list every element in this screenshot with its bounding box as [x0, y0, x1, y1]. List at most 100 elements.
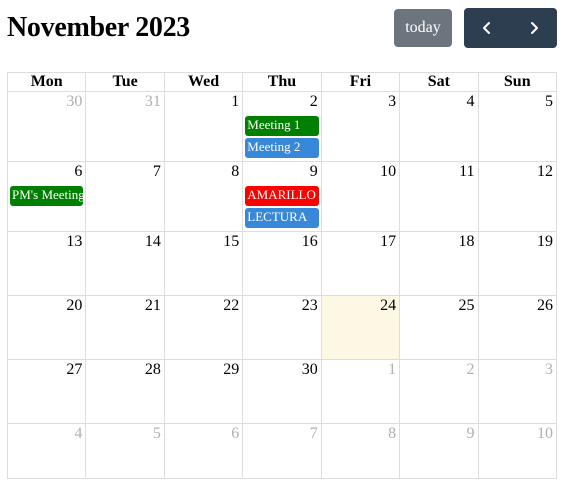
day-cell[interactable]: 27: [8, 360, 87, 423]
day-cell[interactable]: 2: [400, 360, 479, 423]
day-cell[interactable]: 8: [165, 162, 244, 231]
weekday-thu: Thu: [243, 73, 322, 91]
day-number: 2: [466, 361, 475, 378]
day-number: 29: [223, 361, 240, 378]
day-number: 18: [458, 233, 475, 250]
day-number: 5: [544, 93, 553, 110]
day-number: 8: [388, 425, 397, 442]
day-number: 28: [144, 361, 161, 378]
day-cell[interactable]: 15: [165, 232, 244, 295]
day-number: 1: [388, 361, 397, 378]
day-cell[interactable]: 25: [400, 296, 479, 359]
weekday-mon: Mon: [8, 73, 87, 91]
day-number: 21: [144, 297, 161, 314]
week-row: 13 14 15 16 17 18 19: [8, 232, 556, 296]
week-row: 20 21 22 23 24 25 26: [8, 296, 556, 360]
day-cell[interactable]: 10: [322, 162, 401, 231]
day-number: 3: [388, 93, 397, 110]
day-cell[interactable]: 20: [8, 296, 87, 359]
day-number: 15: [223, 233, 240, 250]
day-number: 12: [536, 163, 553, 180]
day-cell[interactable]: 26: [479, 296, 556, 359]
weekday-header: Mon Tue Wed Thu Fri Sat Sun: [8, 73, 556, 92]
day-cell[interactable]: 10: [479, 424, 556, 478]
day-cell[interactable]: 21: [86, 296, 165, 359]
event-meeting-2[interactable]: Meeting 2: [245, 138, 319, 158]
day-number: 5: [152, 425, 161, 442]
day-number: 22: [223, 297, 240, 314]
day-cell[interactable]: 9: [400, 424, 479, 478]
weekday-tue: Tue: [86, 73, 165, 91]
day-number: 30: [301, 361, 318, 378]
day-number: 7: [152, 163, 161, 180]
day-number: 30: [66, 93, 83, 110]
day-cell[interactable]: 16: [243, 232, 322, 295]
day-cell[interactable]: 9 AMARILLO LECTURA: [243, 162, 322, 231]
day-cell[interactable]: 5: [479, 92, 556, 161]
day-cell[interactable]: 30: [243, 360, 322, 423]
prev-month-button[interactable]: [464, 8, 511, 48]
event-lectura[interactable]: LECTURA: [245, 208, 319, 228]
day-cell[interactable]: 14: [86, 232, 165, 295]
day-cell[interactable]: 4: [400, 92, 479, 161]
day-cell[interactable]: 22: [165, 296, 244, 359]
day-cell[interactable]: 8: [322, 424, 401, 478]
day-number: 16: [301, 233, 318, 250]
day-cell[interactable]: 23: [243, 296, 322, 359]
day-number: 7: [309, 425, 318, 442]
today-button[interactable]: today: [394, 9, 452, 47]
day-number: 9: [466, 425, 475, 442]
day-cell-today[interactable]: 24: [321, 296, 401, 359]
next-month-button[interactable]: [511, 8, 558, 48]
day-cell[interactable]: 28: [86, 360, 165, 423]
day-cell[interactable]: 30: [8, 92, 87, 161]
day-number: 8: [231, 163, 240, 180]
weekday-sun: Sun: [503, 73, 531, 90]
week-row: 4 5 6 7 8 9 10: [8, 424, 556, 478]
day-cell[interactable]: 5: [86, 424, 165, 478]
week-row: 6 PM's Meeting 7 8 9 AMARILLO LECTURA 10…: [8, 162, 556, 232]
day-number: 9: [309, 163, 318, 180]
event-pms-meeting[interactable]: PM's Meeting: [10, 186, 84, 206]
day-number: 4: [74, 425, 83, 442]
day-number: 6: [74, 163, 83, 180]
day-cell[interactable]: 29: [165, 360, 244, 423]
day-cell[interactable]: 11: [400, 162, 479, 231]
day-cell[interactable]: 6 PM's Meeting: [8, 162, 87, 231]
day-cell[interactable]: 6: [165, 424, 244, 478]
week-row: 30 31 1 2 Meeting 1 Meeting 2 3 4 5: [8, 92, 556, 162]
day-cell[interactable]: 31: [86, 92, 165, 161]
day-cell[interactable]: 7: [86, 162, 165, 231]
day-cell[interactable]: 18: [400, 232, 479, 295]
day-cell[interactable]: 17: [322, 232, 401, 295]
day-number: 23: [301, 297, 318, 314]
day-number: 10: [380, 163, 397, 180]
day-cell[interactable]: 19: [479, 232, 556, 295]
chevron-right-icon: [530, 22, 538, 34]
day-cell[interactable]: 3: [322, 92, 401, 161]
day-cell[interactable]: 1: [322, 360, 401, 423]
month-grid: Mon Tue Wed Thu Fri Sat Sun 30 31 1 2 Me…: [7, 72, 557, 479]
weekday-wed: Wed: [165, 73, 244, 91]
day-number: 20: [66, 297, 83, 314]
day-number: 11: [459, 163, 475, 180]
day-number: 27: [66, 361, 83, 378]
day-cell[interactable]: 1: [165, 92, 244, 161]
day-number: 24: [380, 297, 397, 314]
day-number: 4: [466, 93, 475, 110]
day-cell[interactable]: 13: [8, 232, 87, 295]
day-number: 1: [231, 93, 240, 110]
event-meeting-1[interactable]: Meeting 1: [245, 116, 319, 136]
calendar-title: November 2023: [7, 12, 190, 43]
day-cell[interactable]: 12: [479, 162, 556, 231]
chevron-left-icon: [483, 22, 491, 34]
day-cell[interactable]: 7: [243, 424, 322, 478]
day-cell[interactable]: 3: [479, 360, 556, 423]
day-cell[interactable]: 4: [8, 424, 87, 478]
calendar-toolbar: November 2023 today: [0, 0, 564, 60]
event-amarillo[interactable]: AMARILLO: [245, 186, 319, 206]
day-number: 19: [536, 233, 553, 250]
day-number: 13: [66, 233, 83, 250]
day-number: 26: [536, 297, 553, 314]
day-cell[interactable]: 2 Meeting 1 Meeting 2: [243, 92, 322, 161]
